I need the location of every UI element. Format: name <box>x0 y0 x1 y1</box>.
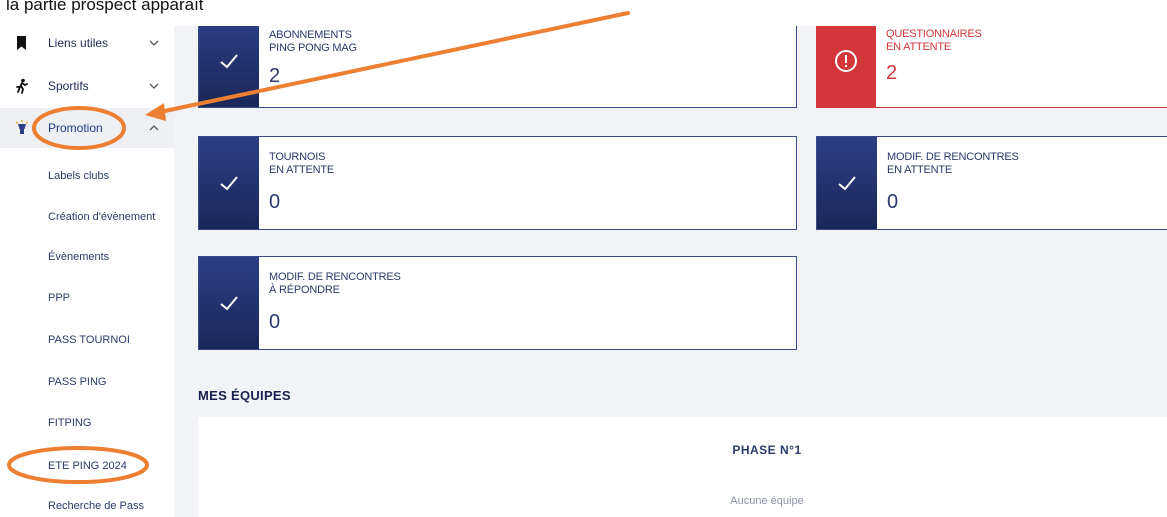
card-value: 2 <box>886 62 898 84</box>
runner-icon <box>16 78 28 94</box>
phase-title: PHASE N°1 <box>732 443 802 457</box>
card-body: ABONNEMENTS PING PONG MAG 2 <box>259 15 796 107</box>
card-body: MODIF. DE RENCONTRES À RÉPONDRE 0 <box>259 257 796 349</box>
card-questionnaires[interactable]: QUESTIONNAIRES EN ATTENTE 2 <box>816 14 1167 108</box>
sidebar-item-promotion[interactable]: Promotion <box>0 108 174 148</box>
bookmark-icon <box>17 36 26 50</box>
card-title-line1: MODIF. DE RENCONTRES <box>887 151 1019 163</box>
chevron-down-icon <box>149 83 159 89</box>
card-title-line2: EN ATTENTE <box>887 164 953 176</box>
caption-text: la partie prospect apparaît <box>6 0 204 14</box>
card-icon-panel <box>199 15 259 107</box>
card-title-line1: QUESTIONNAIRES <box>886 28 982 40</box>
card-title-line1: MODIF. DE RENCONTRES <box>269 271 401 283</box>
check-icon <box>220 296 238 311</box>
submenu-item-ppp[interactable]: PPP <box>48 288 174 308</box>
sidebar-item-sportifs[interactable]: Sportifs <box>0 66 174 106</box>
check-icon <box>838 176 856 191</box>
card-icon-panel <box>817 137 877 229</box>
submenu-item-labels-clubs[interactable]: Labels clubs <box>48 166 174 186</box>
card-modif-rencontres-attente[interactable]: MODIF. DE RENCONTRES EN ATTENTE 0 <box>816 136 1167 230</box>
lightbulb-icon <box>15 120 29 134</box>
empty-teams-message: Aucune équipe <box>730 495 804 507</box>
chevron-down-icon <box>149 40 159 46</box>
alert-circle-icon <box>835 49 857 72</box>
card-value: 2 <box>269 65 281 87</box>
submenu-item-pass-tournoi[interactable]: PASS TOURNOI <box>48 330 174 350</box>
sidebar-item-label: Sportifs <box>48 79 89 93</box>
card-modif-rencontres-repondre[interactable]: MODIF. DE RENCONTRES À RÉPONDRE 0 <box>198 256 797 350</box>
check-icon <box>220 176 238 191</box>
card-value: 0 <box>269 191 281 213</box>
chevron-up-icon <box>149 125 159 131</box>
card-body: QUESTIONNAIRES EN ATTENTE 2 <box>876 14 1167 107</box>
section-title-mes-equipes: MES ÉQUIPES <box>198 388 291 403</box>
submenu-item-creation-evenement[interactable]: Création d'évènement <box>48 207 174 227</box>
check-icon <box>220 54 238 69</box>
sidebar-item-label: Promotion <box>48 121 103 135</box>
card-value: 0 <box>269 311 281 333</box>
card-title-line2: À RÉPONDRE <box>269 284 340 296</box>
card-body: TOURNOIS EN ATTENTE 0 <box>259 137 796 229</box>
submenu-item-ete-ping-2024[interactable]: ETE PING 2024 <box>48 456 174 476</box>
card-title-line2: EN ATTENTE <box>269 164 335 176</box>
card-icon-panel <box>199 257 259 349</box>
card-icon-panel <box>199 137 259 229</box>
card-title-line2: PING PONG MAG <box>269 42 357 54</box>
card-title-line1: ABONNEMENTS <box>269 29 352 41</box>
submenu-item-pass-ping[interactable]: PASS PING <box>48 372 174 392</box>
card-body: MODIF. DE RENCONTRES EN ATTENTE 0 <box>877 137 1167 229</box>
caption-strip: la partie prospect apparaît <box>0 0 1167 26</box>
teams-panel: PHASE N°1 Aucune équipe <box>198 417 1167 517</box>
submenu-item-evenements[interactable]: Évènements <box>48 247 174 267</box>
card-icon-panel <box>816 14 876 107</box>
sidebar-item-liens-utiles[interactable]: Liens utiles <box>0 23 174 63</box>
sidebar-item-label: Liens utiles <box>48 36 109 50</box>
submenu-item-fitping[interactable]: FITPING <box>48 413 174 433</box>
card-title-line2: EN ATTENTE <box>886 41 952 53</box>
card-abonnements[interactable]: ABONNEMENTS PING PONG MAG 2 <box>198 14 797 108</box>
card-tournois[interactable]: TOURNOIS EN ATTENTE 0 <box>198 136 797 230</box>
sidebar: Liens utiles Sportifs Promotion Labels c… <box>0 0 174 517</box>
submenu-item-recherche-de-pass[interactable]: Recherche de Pass <box>48 496 174 516</box>
card-title-line1: TOURNOIS <box>269 151 326 163</box>
card-value: 0 <box>887 191 899 213</box>
